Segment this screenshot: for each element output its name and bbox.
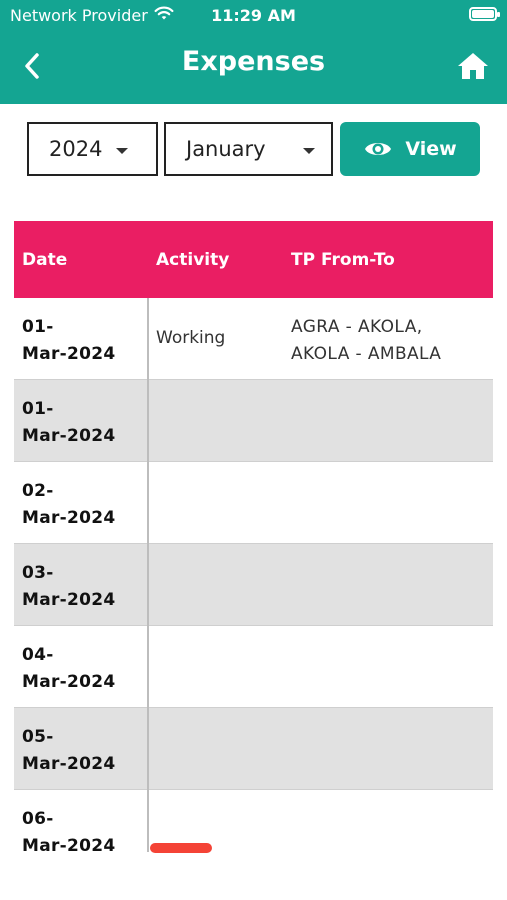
month-value: January [186, 137, 266, 161]
row-date-day: 01- [22, 317, 54, 337]
row-date-month-year: Mar-2024 [22, 590, 116, 610]
row-date: 03- Mar-2024 [22, 560, 142, 614]
table-row[interactable]: 01- Mar-2024 [14, 380, 493, 462]
column-divider [147, 708, 149, 790]
app-bar: Network Provider 11:29 AM Expenses [0, 0, 507, 104]
row-date-month-year: Mar-2024 [22, 672, 116, 692]
table-header: Date Activity TP From-To [14, 221, 493, 298]
row-date: 01- Mar-2024 [22, 314, 142, 368]
row-tp-from-to: AGRA - AKOLA, AKOLA - AMBALA [291, 314, 491, 368]
column-divider [147, 298, 149, 380]
table-row[interactable]: 06- Mar-2024 [14, 790, 493, 852]
row-date-day: 04- [22, 645, 54, 665]
row-date-day: 01- [22, 399, 54, 419]
row-tp-line: AKOLA - AMBALA [291, 344, 442, 364]
home-icon [458, 53, 488, 79]
row-date-day: 02- [22, 481, 54, 501]
column-divider [147, 380, 149, 462]
home-button[interactable] [455, 48, 491, 84]
table-row[interactable]: 03- Mar-2024 [14, 544, 493, 626]
scroll-indicator [150, 843, 212, 853]
table-row[interactable]: 02- Mar-2024 [14, 462, 493, 544]
column-header-date: Date [22, 250, 68, 270]
eye-icon [365, 143, 392, 155]
column-divider [147, 626, 149, 708]
row-date: 04- Mar-2024 [22, 642, 142, 696]
month-select[interactable]: January [164, 122, 333, 176]
dropdown-caret-icon [116, 148, 128, 154]
column-divider [147, 790, 149, 852]
year-select[interactable]: 2024 [27, 122, 158, 176]
status-time: 11:29 AM [211, 6, 296, 25]
battery-icon [469, 7, 500, 21]
row-date: 05- Mar-2024 [22, 724, 142, 778]
column-divider [147, 462, 149, 544]
row-date-month-year: Mar-2024 [22, 344, 116, 364]
expenses-table: Date Activity TP From-To 01- Mar-2024 Wo… [14, 221, 493, 852]
table-row[interactable]: 04- Mar-2024 [14, 626, 493, 708]
table-row[interactable]: 01- Mar-2024 Working AGRA - AKOLA, AKOLA… [14, 298, 493, 380]
column-header-activity: Activity [156, 250, 230, 270]
row-activity: Working [156, 328, 226, 348]
row-date-day: 03- [22, 563, 54, 583]
row-date-day: 05- [22, 727, 54, 747]
view-button[interactable]: View [340, 122, 480, 176]
table-row[interactable]: 05- Mar-2024 [14, 708, 493, 790]
view-button-label: View [405, 138, 457, 160]
row-date: 06- Mar-2024 [22, 806, 142, 852]
year-value: 2024 [49, 137, 103, 161]
row-date-day: 06- [22, 809, 54, 829]
status-bar: Network Provider 11:29 AM [0, 0, 507, 32]
row-date: 01- Mar-2024 [22, 396, 142, 450]
dropdown-caret-icon [303, 148, 315, 154]
row-date-month-year: Mar-2024 [22, 426, 116, 446]
row-date-month-year: Mar-2024 [22, 508, 116, 528]
row-tp-line: AGRA - AKOLA, [291, 317, 423, 337]
column-header-tp: TP From-To [291, 250, 395, 270]
row-date-month-year: Mar-2024 [22, 754, 116, 774]
page-title: Expenses [181, 46, 326, 77]
row-date: 02- Mar-2024 [22, 478, 142, 532]
row-date-month-year: Mar-2024 [22, 836, 116, 852]
column-divider [147, 544, 149, 626]
